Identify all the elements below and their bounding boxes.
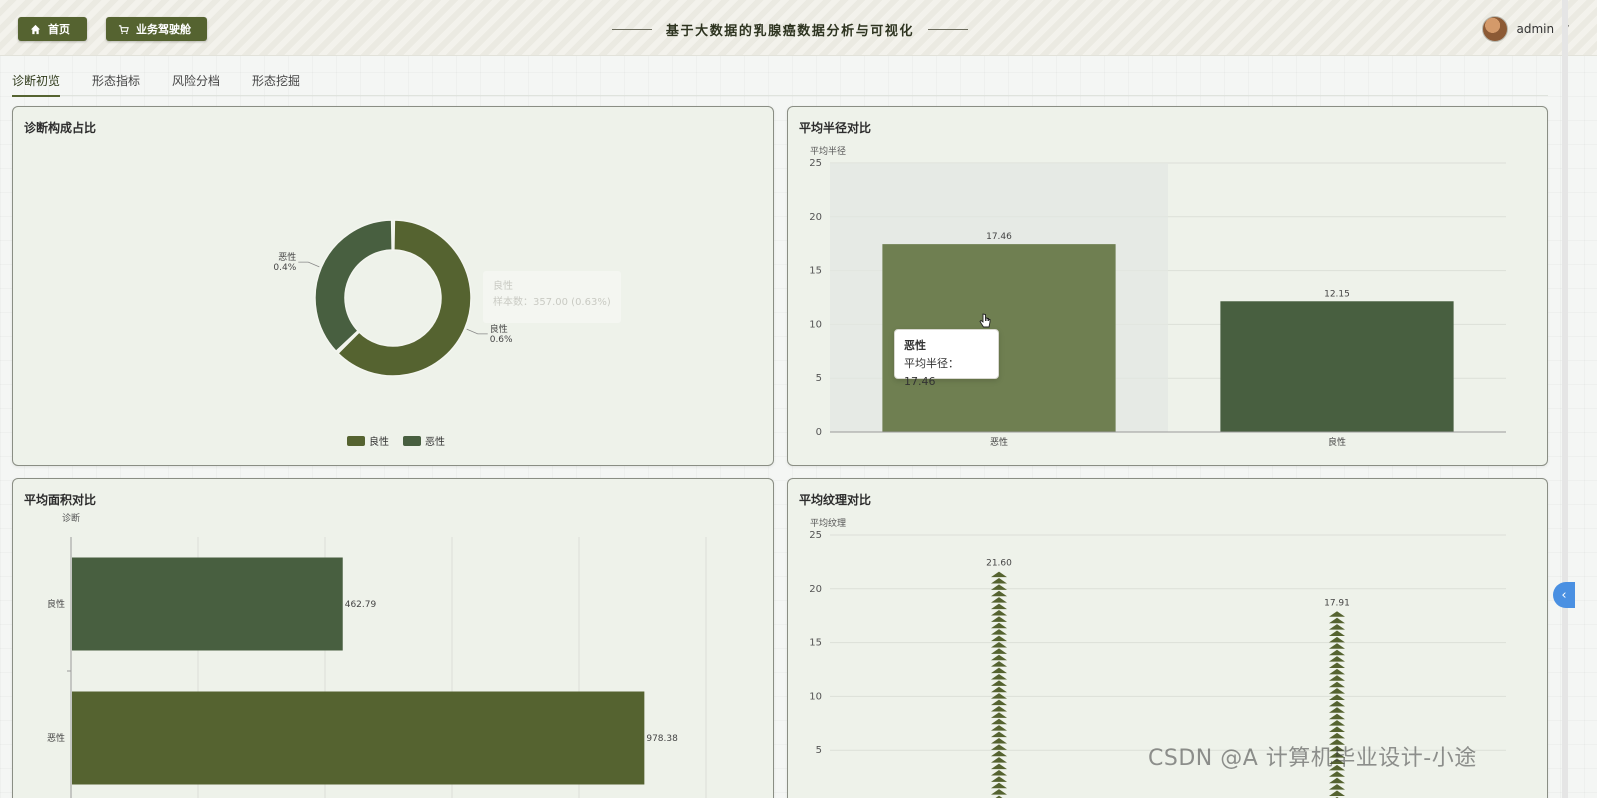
- legend-swatch-benign: [347, 435, 365, 446]
- hand-cursor-icon: [979, 313, 991, 328]
- composition-legend: 良性 恶性: [347, 433, 445, 448]
- cockpit-button[interactable]: 业务驾驶舱: [106, 17, 207, 41]
- page-scrollbar[interactable]: [1562, 0, 1568, 798]
- avatar: [1482, 16, 1509, 42]
- texture-ytick-1: 10: [809, 691, 822, 702]
- area-y-axis-title: 诊断: [62, 512, 80, 524]
- area-ytick-1: 恶性: [47, 732, 65, 744]
- side-panel-toggle[interactable]: ‹: [1553, 582, 1575, 608]
- radius-ytick-2: 10: [809, 319, 822, 330]
- user-name: admin: [1516, 22, 1555, 36]
- ghost-tooltip-value: 样本数：357.00 (0.63%): [493, 297, 611, 308]
- donut-label-pct-0: 0.6%: [490, 335, 513, 345]
- texture-ytick-4: 25: [809, 530, 822, 541]
- legend-label-malignant: 恶性: [425, 437, 445, 448]
- radius-ytick-3: 15: [809, 266, 822, 277]
- texture-y-axis-title: 平均纹理: [810, 517, 846, 529]
- tab-risk-tiers[interactable]: 风险分档: [156, 60, 236, 96]
- radius-y-axis-title: 平均半径: [810, 145, 846, 157]
- chevron-left-icon: ‹: [1561, 587, 1567, 603]
- radius-xtick-0: 恶性: [990, 436, 1008, 448]
- legend-item-benign[interactable]: 良性: [347, 433, 389, 448]
- radius-xtick-1: 良性: [1328, 436, 1346, 448]
- radius-tooltip: 恶性 平均半径：17.46: [894, 329, 999, 388]
- title-divider-left: [611, 28, 652, 30]
- watermark: CSDN @A 计算机毕业设计-小途: [1148, 746, 1477, 771]
- area-ytick-0: 良性: [47, 598, 65, 610]
- radius-ytick-5: 25: [809, 158, 822, 169]
- page-title-wrap: 基于大数据的乳腺癌数据分析与可视化: [600, 20, 980, 39]
- radius-ytick-1: 5: [816, 373, 822, 384]
- top-header: 首页 业务驾驶舱 基于大数据的乳腺癌数据分析与可视化 admin ▼: [0, 0, 1597, 56]
- texture-ytick-0: 5: [816, 745, 822, 756]
- texture-value-label-1: 17.91: [1324, 598, 1350, 608]
- radius-bar-chart: 平均半径 0 5 10 15 20 25 17.46 恶性 12.15 良性: [809, 145, 1506, 448]
- home-button-label: 首页: [48, 23, 70, 36]
- texture-bar-0[interactable]: [991, 571, 1007, 798]
- home-icon: [30, 24, 41, 34]
- radius-ytick-4: 20: [809, 212, 822, 223]
- page-title: 基于大数据的乳腺癌数据分析与可视化: [665, 23, 915, 39]
- radius-tooltip-value: 平均半径：17.46: [904, 357, 959, 388]
- cart-icon: [118, 24, 129, 34]
- texture-ytick-3: 20: [809, 584, 822, 595]
- area-bar-chart: 诊断 462.79 良性 978.38 恶性: [47, 512, 707, 798]
- tab-morphology-metrics[interactable]: 形态指标: [76, 60, 156, 96]
- cockpit-button-label: 业务驾驶舱: [136, 23, 191, 36]
- composition-donut-chart: 良性0.6%恶性0.4%: [273, 219, 513, 377]
- legend-label-benign: 良性: [369, 437, 389, 448]
- donut-label-name-0: 良性: [490, 323, 508, 335]
- radius-value-label-1: 12.15: [1324, 289, 1350, 299]
- donut-slice-1[interactable]: [314, 219, 393, 353]
- area-panel: 平均面积对比 诊断 462.79 良性 978.38 恶性: [12, 478, 774, 798]
- texture-value-label-0: 21.60: [986, 559, 1012, 569]
- tab-diagnosis-overview[interactable]: 诊断初览: [12, 60, 76, 97]
- radius-bar-1[interactable]: [1220, 301, 1454, 432]
- tab-morphology-mining[interactable]: 形态挖掘: [236, 60, 316, 96]
- radius-value-label-0: 17.46: [986, 232, 1012, 242]
- area-bar-1[interactable]: [72, 691, 645, 785]
- composition-panel: 诊断构成占比 良性 0.6% 恶性 0.4% 良性 样本数：357.00 (0.63%…: [12, 106, 774, 466]
- texture-ytick-2: 15: [809, 638, 822, 649]
- radius-ytick-0: 0: [816, 427, 822, 438]
- tab-bar: 诊断初览 形态指标 风险分档 形态挖掘: [12, 60, 1548, 97]
- donut-label-pct-1: 0.4%: [273, 263, 296, 273]
- legend-item-malignant[interactable]: 恶性: [403, 433, 445, 448]
- radius-tooltip-title: 恶性: [904, 339, 926, 352]
- radius-panel: 平均半径对比 平均半径 0 5 10 15 20 25 17.46 恶性 12.15 良性 恶性 平…: [787, 106, 1548, 466]
- donut-label-name-1: 恶性: [278, 251, 296, 263]
- donut-leader-1: [298, 261, 320, 268]
- donut-leader-0: [466, 328, 488, 335]
- area-value-label-1: 978.38: [646, 734, 678, 744]
- legend-swatch-malignant: [403, 435, 421, 446]
- ghost-tooltip: 良性 样本数：357.00 (0.63%): [483, 271, 621, 323]
- user-menu[interactable]: admin ▼: [1482, 15, 1569, 43]
- title-divider-right: [928, 28, 969, 30]
- area-value-label-0: 462.79: [345, 600, 377, 610]
- ghost-tooltip-title: 良性: [493, 281, 513, 292]
- home-button[interactable]: 首页: [18, 17, 87, 41]
- area-bar-0[interactable]: [72, 557, 343, 651]
